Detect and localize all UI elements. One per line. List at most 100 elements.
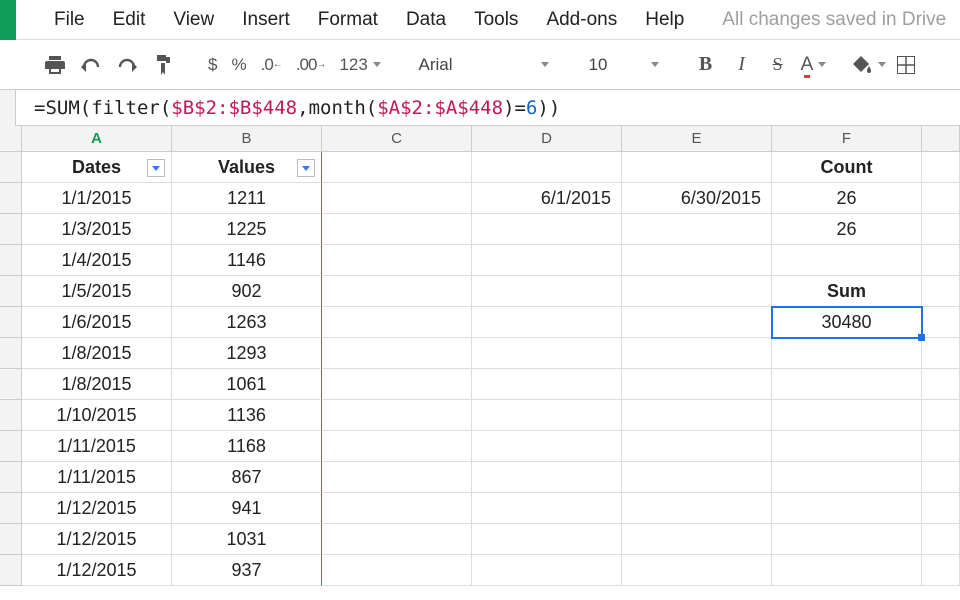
cell[interactable] [472,400,622,431]
row-header[interactable] [0,276,22,307]
cell[interactable]: 1168 [172,431,322,462]
print-button[interactable] [38,48,72,82]
row-header[interactable] [0,307,22,338]
row-header[interactable] [0,214,22,245]
cell[interactable]: 1293 [172,338,322,369]
cell[interactable] [472,493,622,524]
increase-decimal-button[interactable]: .00→ [290,48,332,82]
cell[interactable] [772,338,922,369]
cell[interactable] [622,338,772,369]
cell[interactable] [922,524,960,555]
cell[interactable] [322,431,472,462]
cell[interactable]: 1/11/2015 [22,462,172,493]
cell[interactable] [472,245,622,276]
menu-data[interactable]: Data [392,9,460,31]
cell[interactable] [622,152,772,183]
cell[interactable]: Sum [772,276,922,307]
cell[interactable]: 941 [172,493,322,524]
column-header-A[interactable]: A [22,126,172,152]
column-header-g[interactable] [922,126,960,152]
cell[interactable] [322,462,472,493]
cell[interactable] [472,462,622,493]
cell[interactable] [622,214,772,245]
cell[interactable] [922,214,960,245]
cell[interactable] [472,307,622,338]
cell[interactable]: 26 [772,183,922,214]
cell[interactable]: 1031 [172,524,322,555]
undo-button[interactable] [74,48,108,82]
cell[interactable]: 1211 [172,183,322,214]
cell[interactable] [922,245,960,276]
font-size-dropdown[interactable]: 10 [581,51,667,79]
cell[interactable] [772,462,922,493]
menu-edit[interactable]: Edit [99,9,160,31]
decrease-decimal-button[interactable]: .0← [255,48,288,82]
row-header[interactable] [0,369,22,400]
cell[interactable]: 26 [772,214,922,245]
italic-button[interactable]: I [725,48,759,82]
font-family-dropdown[interactable]: Arial [409,51,559,79]
menu-view[interactable]: View [159,9,228,31]
row-header[interactable] [0,183,22,214]
cell[interactable] [772,369,922,400]
cell[interactable] [772,245,922,276]
column-header-E[interactable]: E [622,126,772,152]
row-header[interactable] [0,462,22,493]
cell[interactable]: Count [772,152,922,183]
cell[interactable] [622,431,772,462]
borders-button[interactable] [889,48,923,82]
cell[interactable] [472,152,622,183]
strikethrough-button[interactable]: S [761,48,795,82]
cell[interactable]: 30480 [772,307,922,338]
cell[interactable]: 1/12/2015 [22,524,172,555]
column-header-C[interactable]: C [322,126,472,152]
row-header[interactable] [0,524,22,555]
cell[interactable] [322,400,472,431]
cell[interactable] [922,431,960,462]
cell[interactable] [322,307,472,338]
column-header-B[interactable]: B [172,126,322,152]
spreadsheet-grid[interactable]: ABCDEFDatesValuesCount1/1/201512116/1/20… [0,126,960,586]
cell[interactable] [922,369,960,400]
menu-format[interactable]: Format [304,9,392,31]
cell[interactable]: 1061 [172,369,322,400]
cell[interactable] [922,338,960,369]
row-header[interactable] [0,245,22,276]
cell[interactable] [922,493,960,524]
currency-button[interactable]: $ [202,48,223,82]
menu-add-ons[interactable]: Add-ons [532,9,631,31]
percent-button[interactable]: % [225,48,252,82]
select-all-corner[interactable] [0,126,22,152]
cell[interactable]: 1/11/2015 [22,431,172,462]
cell[interactable] [772,524,922,555]
formula-bar[interactable]: =SUM(filter($B$2:$B$448,month($A$2:$A$44… [0,90,960,126]
cell[interactable]: 1/10/2015 [22,400,172,431]
cell[interactable] [622,307,772,338]
menu-insert[interactable]: Insert [228,9,304,31]
filter-button[interactable] [147,159,165,177]
row-header[interactable] [0,400,22,431]
cell[interactable] [622,524,772,555]
bold-button[interactable]: B [689,48,723,82]
cell[interactable] [622,245,772,276]
cell[interactable] [922,462,960,493]
column-header-F[interactable]: F [772,126,922,152]
menu-help[interactable]: Help [631,9,698,31]
number-format-button[interactable]: 123 [333,48,386,82]
cell[interactable]: 1/8/2015 [22,338,172,369]
cell[interactable] [322,183,472,214]
cell[interactable]: 1136 [172,400,322,431]
cell[interactable] [622,493,772,524]
cell[interactable]: 1146 [172,245,322,276]
cell[interactable] [622,369,772,400]
row-header[interactable] [0,338,22,369]
cell[interactable]: 1263 [172,307,322,338]
cell[interactable] [322,369,472,400]
cell[interactable] [622,555,772,586]
row-header[interactable] [0,555,22,586]
cell[interactable]: 1/5/2015 [22,276,172,307]
menu-file[interactable]: File [40,9,99,31]
cell[interactable] [322,338,472,369]
cell[interactable] [922,183,960,214]
filter-button[interactable] [297,159,315,177]
